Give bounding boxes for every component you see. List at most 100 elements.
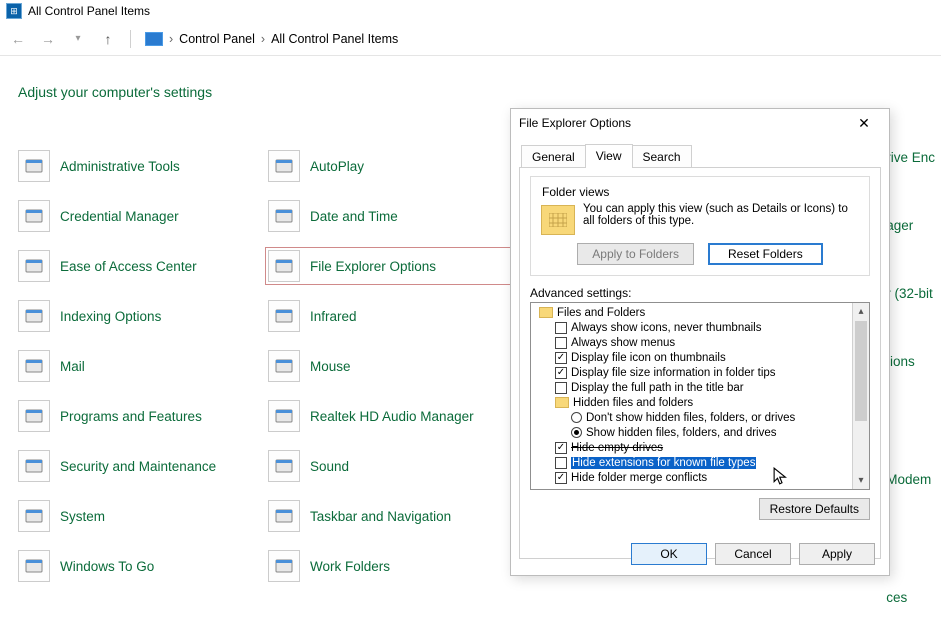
cp-item-label: Sound: [310, 459, 349, 474]
cp-item-administrative-tools[interactable]: Administrative Tools: [18, 150, 258, 182]
apply-to-folders-button[interactable]: Apply to Folders: [577, 243, 694, 265]
cp-item-system[interactable]: System: [18, 500, 258, 532]
cp-item-indexing-options[interactable]: Indexing Options: [18, 300, 258, 332]
up-button[interactable]: ↑: [96, 27, 120, 51]
cp-item-partial[interactable]: Modem: [886, 472, 941, 504]
cp-item-label: Windows To Go: [60, 559, 154, 574]
cp-item-partial[interactable]: rive Enc: [886, 150, 941, 182]
separator: [130, 30, 131, 48]
tree-row[interactable]: Files and Folders: [533, 305, 867, 320]
folder-views-legend: Folder views: [539, 185, 612, 199]
cp-item-label: Mouse: [310, 359, 351, 374]
cp-item-file-explorer-options[interactable]: File Explorer Options: [268, 250, 508, 282]
autoplay-icon: [268, 150, 300, 182]
tree-label: Display file size information in folder …: [571, 367, 776, 379]
cp-item-security-and-maintenance[interactable]: Security and Maintenance: [18, 450, 258, 482]
checkbox[interactable]: [555, 337, 567, 349]
tree-row[interactable]: Hidden files and folders: [533, 395, 867, 410]
cancel-button[interactable]: Cancel: [715, 543, 791, 565]
tree-row[interactable]: ✓Hide empty drives: [533, 440, 867, 455]
cp-item-credential-manager[interactable]: Credential Manager: [18, 200, 258, 232]
tree-row[interactable]: Show hidden files, folders, and drives: [533, 425, 867, 440]
radio[interactable]: [571, 427, 582, 438]
flag-icon: [18, 450, 50, 482]
scroll-down-button[interactable]: ▾: [853, 472, 869, 489]
cp-item-label: Date and Time: [310, 209, 398, 224]
ok-button[interactable]: OK: [631, 543, 707, 565]
file-explorer-options-dialog: File Explorer Options ✕ General View Sea…: [510, 108, 890, 576]
cp-item-work-folders[interactable]: Work Folders: [268, 550, 508, 582]
cp-item-sound[interactable]: Sound: [268, 450, 508, 482]
mouse-icon: [268, 350, 300, 382]
cp-window-title: All Control Panel Items: [28, 4, 150, 18]
tree-label: Hidden files and folders: [573, 397, 693, 409]
checkbox[interactable]: ✓: [555, 442, 567, 454]
cp-item-realtek-hd-audio-manager[interactable]: Realtek HD Audio Manager: [268, 400, 508, 432]
forward-button[interactable]: →: [36, 27, 60, 51]
tab-view[interactable]: View: [585, 144, 633, 168]
reset-folders-button[interactable]: Reset Folders: [708, 243, 823, 265]
cp-item-programs-and-features[interactable]: Programs and Features: [18, 400, 258, 432]
tree-row[interactable]: ✓ Display file size information in folder…: [533, 365, 867, 380]
cp-item-partial[interactable]: tions: [886, 354, 941, 386]
scrollbar-vertical[interactable]: ▴ ▾: [852, 303, 869, 489]
cp-item-mouse[interactable]: Mouse: [268, 350, 508, 382]
breadcrumb[interactable]: › Control Panel › All Control Panel Item…: [141, 30, 402, 48]
breadcrumb-segment[interactable]: Control Panel: [179, 32, 255, 46]
cp-item-date-and-time[interactable]: Date and Time: [268, 200, 508, 232]
tree-row[interactable]: Always show icons, never thumbnails: [533, 320, 867, 335]
breadcrumb-segment[interactable]: All Control Panel Items: [271, 32, 398, 46]
back-button[interactable]: ←: [6, 27, 30, 51]
workfolder-icon: [268, 550, 300, 582]
dialog-titlebar: File Explorer Options ✕: [511, 109, 889, 137]
tree-row[interactable]: ✓ Display file icon on thumbnails: [533, 350, 867, 365]
radio[interactable]: [571, 412, 582, 423]
checkbox[interactable]: [555, 322, 567, 334]
tab-general[interactable]: General: [521, 145, 586, 168]
audio-icon: [268, 400, 300, 432]
clock-icon: [268, 200, 300, 232]
cp-item-partial[interactable]: ces: [886, 590, 941, 622]
cp-item-mail[interactable]: Mail: [18, 350, 258, 382]
recent-dropdown[interactable]: ▾: [66, 27, 90, 51]
tree-row[interactable]: Display the full path in the title bar: [533, 380, 867, 395]
checkbox[interactable]: ✓: [555, 352, 567, 364]
checkbox[interactable]: [555, 382, 567, 394]
tab-search[interactable]: Search: [632, 145, 692, 168]
cp-item-partial[interactable]: r (32-bit: [886, 286, 941, 318]
cp-item-partial[interactable]: ager: [886, 218, 941, 250]
tree-row[interactable]: ✓ Hide folder merge conflicts: [533, 470, 867, 485]
tree-row[interactable]: Always show menus: [533, 335, 867, 350]
tree-label: Show hidden files, folders, and drives: [586, 427, 777, 439]
scroll-thumb[interactable]: [855, 321, 867, 421]
mail-icon: [18, 350, 50, 382]
folder-icon: [541, 205, 575, 235]
cp-item-taskbar-and-navigation[interactable]: Taskbar and Navigation: [268, 500, 508, 532]
tree-label: Display file icon on thumbnails: [571, 352, 726, 364]
checkbox[interactable]: ✓: [555, 472, 567, 484]
ease-icon: [18, 250, 50, 282]
cp-item-infrared[interactable]: Infrared: [268, 300, 508, 332]
tab-panel-view: Folder views You can apply this view (su…: [519, 167, 881, 559]
cp-item-autoplay[interactable]: AutoPlay: [268, 150, 508, 182]
programs-icon: [18, 400, 50, 432]
cp-item-windows-to-go[interactable]: Windows To Go: [18, 550, 258, 582]
cp-item-ease-of-access-center[interactable]: Ease of Access Center: [18, 250, 258, 282]
checkbox[interactable]: ✓: [555, 367, 567, 379]
credential-icon: [18, 200, 50, 232]
tree-row[interactable]: Don't show hidden files, folders, or dri…: [533, 410, 867, 425]
scroll-up-button[interactable]: ▴: [853, 303, 869, 320]
advanced-settings-tree[interactable]: Files and FoldersAlways show icons, neve…: [530, 302, 870, 490]
restore-defaults-button[interactable]: Restore Defaults: [759, 498, 870, 520]
tree-label: Hide folder merge conflicts: [571, 472, 707, 484]
tree-row[interactable]: Hide extensions for known file types: [533, 455, 867, 470]
checkbox[interactable]: [555, 457, 567, 469]
close-button[interactable]: ✕: [847, 112, 881, 134]
sound-icon: [268, 450, 300, 482]
cp-item-label: Ease of Access Center: [60, 259, 197, 274]
cp-item-label: Indexing Options: [60, 309, 161, 324]
wtg-icon: [18, 550, 50, 582]
chevron-right-icon: ›: [169, 32, 173, 46]
apply-button[interactable]: Apply: [799, 543, 875, 565]
tree-label: Hide extensions for known file types: [571, 457, 756, 469]
